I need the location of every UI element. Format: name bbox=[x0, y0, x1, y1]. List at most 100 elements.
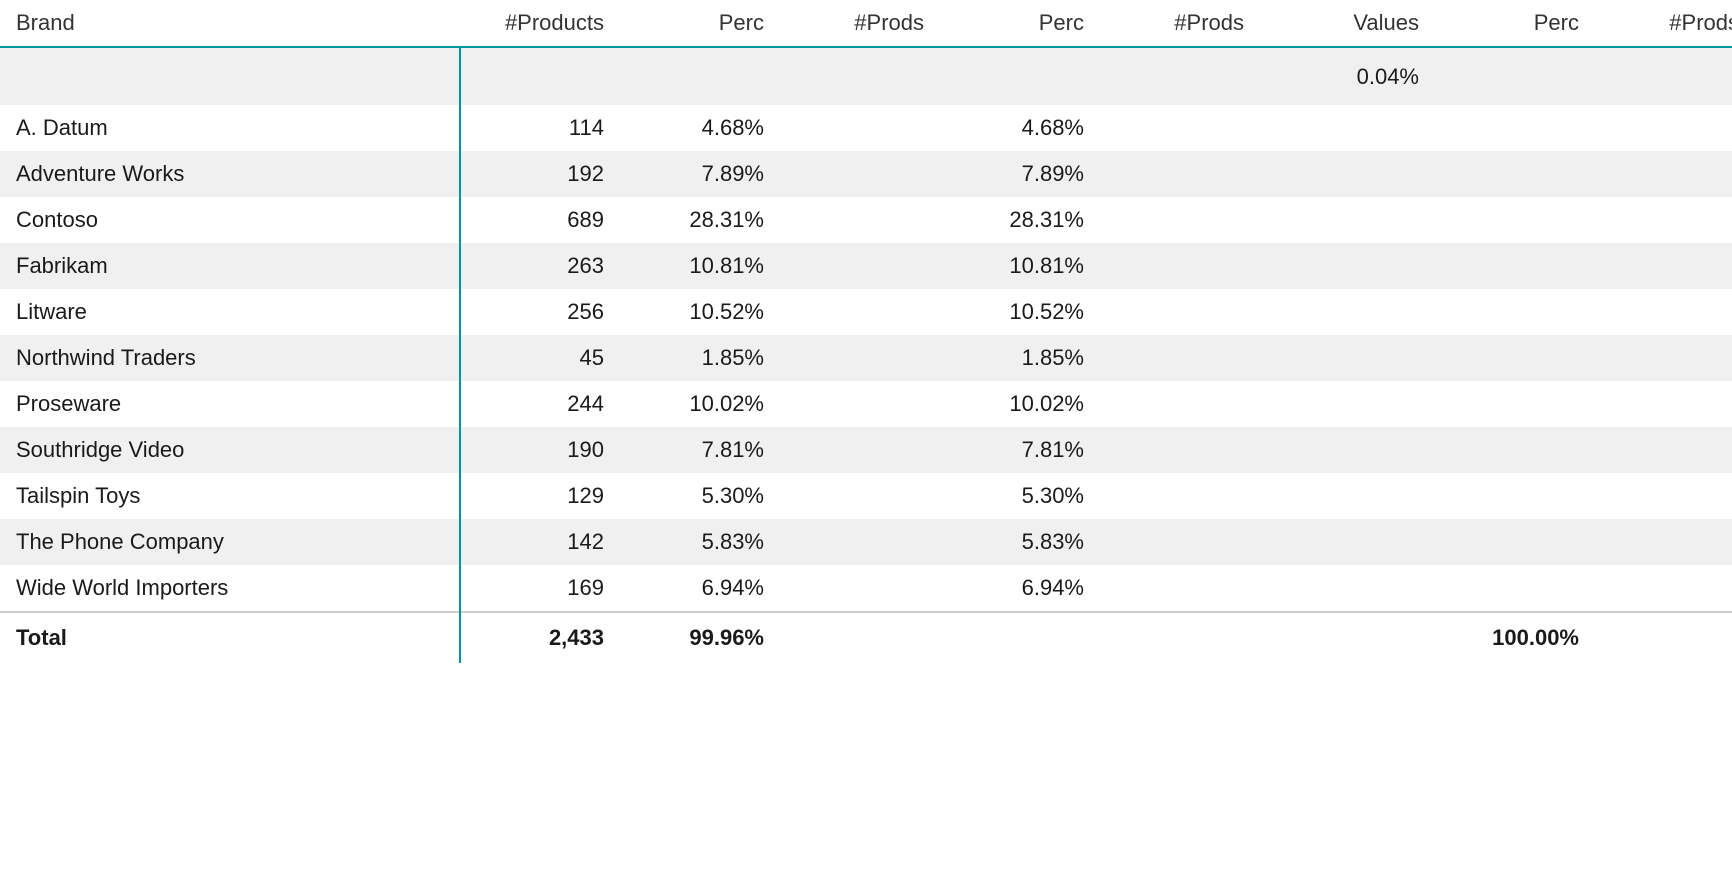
brand-cell-prods2 bbox=[780, 151, 940, 197]
total-prods3 bbox=[1100, 612, 1260, 663]
brand-cell-prods3 bbox=[1100, 289, 1260, 335]
header-row: Brand #Products Perc #Prods Perc #Prods … bbox=[0, 0, 1732, 47]
table-row: Northwind Traders451.85%1.85%1.85% bbox=[0, 335, 1732, 381]
brand-cell-perc3 bbox=[1435, 243, 1595, 289]
brand-cell-products: 256 bbox=[460, 289, 620, 335]
data-table: Brand #Products Perc #Prods Perc #Prods … bbox=[0, 0, 1732, 663]
blank-row: 0.04% bbox=[0, 47, 1732, 105]
brand-cell-values bbox=[1260, 197, 1435, 243]
brand-cell-prods3 bbox=[1100, 335, 1260, 381]
brand-cell-perc3 bbox=[1435, 473, 1595, 519]
brand-cell-prods3 bbox=[1100, 105, 1260, 151]
col-perc1: Perc bbox=[620, 0, 780, 47]
brand-cell-perc2: 10.81% bbox=[940, 243, 1100, 289]
brand-cell-prods4 bbox=[1595, 381, 1732, 427]
brand-cell-prods3 bbox=[1100, 519, 1260, 565]
brand-cell-products: 169 bbox=[460, 565, 620, 612]
table-row: Proseware24410.02%10.02%10.03% bbox=[0, 381, 1732, 427]
col-values: Values bbox=[1260, 0, 1435, 47]
brand-cell-perc1: 7.81% bbox=[620, 427, 780, 473]
brand-cell-prods4 bbox=[1595, 151, 1732, 197]
brand-cell-prods4 bbox=[1595, 565, 1732, 612]
brand-cell-values bbox=[1260, 473, 1435, 519]
table-row: A. Datum1144.68%4.68%4.69% bbox=[0, 105, 1732, 151]
table-row: Wide World Importers1696.94%6.94%6.95% bbox=[0, 565, 1732, 612]
brand-cell-products: 190 bbox=[460, 427, 620, 473]
blank-perc2 bbox=[940, 47, 1100, 105]
brand-cell-products: 45 bbox=[460, 335, 620, 381]
brand-cell-values bbox=[1260, 565, 1435, 612]
brand-cell-brand: The Phone Company bbox=[0, 519, 460, 565]
brand-cell-prods4 bbox=[1595, 427, 1732, 473]
brand-cell-perc1: 4.68% bbox=[620, 105, 780, 151]
brand-cell-prods2 bbox=[780, 565, 940, 612]
brand-cell-perc3 bbox=[1435, 105, 1595, 151]
total-perc3: 100.00% bbox=[1435, 612, 1595, 663]
brand-cell-perc2: 5.83% bbox=[940, 519, 1100, 565]
totals-row: Total 2,433 99.96% 100.00% 100.00% bbox=[0, 612, 1732, 663]
brand-cell-brand: Fabrikam bbox=[0, 243, 460, 289]
brand-cell-products: 114 bbox=[460, 105, 620, 151]
brand-cell-perc3 bbox=[1435, 427, 1595, 473]
brand-cell-prods4 bbox=[1595, 519, 1732, 565]
brand-cell-prods4 bbox=[1595, 335, 1732, 381]
brand-cell-prods3 bbox=[1100, 243, 1260, 289]
brand-cell-prods3 bbox=[1100, 151, 1260, 197]
total-values bbox=[1260, 612, 1435, 663]
blank-prods2 bbox=[780, 47, 940, 105]
brand-cell-perc3 bbox=[1435, 519, 1595, 565]
brand-cell-prods3 bbox=[1100, 473, 1260, 519]
table-row: The Phone Company1425.83%5.83%5.84% bbox=[0, 519, 1732, 565]
brand-cell-perc1: 28.31% bbox=[620, 197, 780, 243]
brand-cell-perc2: 7.81% bbox=[940, 427, 1100, 473]
col-brand: Brand bbox=[0, 0, 460, 47]
brand-cell-perc1: 6.94% bbox=[620, 565, 780, 612]
brand-cell-perc1: 10.81% bbox=[620, 243, 780, 289]
brand-cell-values bbox=[1260, 381, 1435, 427]
total-label: Total bbox=[0, 612, 460, 663]
col-perc2: Perc bbox=[940, 0, 1100, 47]
total-prods4 bbox=[1595, 612, 1732, 663]
brand-cell-prods2 bbox=[780, 335, 940, 381]
brand-cell-products: 244 bbox=[460, 381, 620, 427]
brand-cell-perc1: 5.83% bbox=[620, 519, 780, 565]
brand-cell-products: 192 bbox=[460, 151, 620, 197]
col-prods3: #Prods bbox=[1100, 0, 1260, 47]
table-row: Tailspin Toys1295.30%5.30%5.30% bbox=[0, 473, 1732, 519]
total-perc2 bbox=[940, 612, 1100, 663]
brand-cell-prods2 bbox=[780, 473, 940, 519]
brand-cell-perc2: 7.89% bbox=[940, 151, 1100, 197]
brand-cell-perc1: 1.85% bbox=[620, 335, 780, 381]
brand-cell-prods2 bbox=[780, 427, 940, 473]
brand-cell-perc2: 10.02% bbox=[940, 381, 1100, 427]
brand-cell-prods3 bbox=[1100, 197, 1260, 243]
col-perc3: Perc bbox=[1435, 0, 1595, 47]
brand-cell-brand: Litware bbox=[0, 289, 460, 335]
brand-cell-perc3 bbox=[1435, 565, 1595, 612]
brand-cell-prods4 bbox=[1595, 243, 1732, 289]
brand-cell-prods4 bbox=[1595, 197, 1732, 243]
brand-cell-prods3 bbox=[1100, 565, 1260, 612]
total-prods2 bbox=[780, 612, 940, 663]
brand-cell-perc2: 6.94% bbox=[940, 565, 1100, 612]
brand-cell-brand: Northwind Traders bbox=[0, 335, 460, 381]
brand-cell-brand: Southridge Video bbox=[0, 427, 460, 473]
total-products: 2,433 bbox=[460, 612, 620, 663]
brand-cell-values bbox=[1260, 243, 1435, 289]
brand-cell-prods2 bbox=[780, 519, 940, 565]
blank-products bbox=[460, 47, 620, 105]
blank-perc3 bbox=[1435, 47, 1595, 105]
brand-cell-prods4 bbox=[1595, 473, 1732, 519]
brand-cell-perc3 bbox=[1435, 197, 1595, 243]
brand-cell-perc3 bbox=[1435, 289, 1595, 335]
brand-cell-perc3 bbox=[1435, 381, 1595, 427]
brand-cell-products: 129 bbox=[460, 473, 620, 519]
brand-cell-values bbox=[1260, 105, 1435, 151]
brand-cell-perc1: 5.30% bbox=[620, 473, 780, 519]
brand-cell-prods3 bbox=[1100, 381, 1260, 427]
brand-cell-perc2: 5.30% bbox=[940, 473, 1100, 519]
brand-cell-values bbox=[1260, 519, 1435, 565]
table-row: Litware25610.52%10.52%10.52% bbox=[0, 289, 1732, 335]
brand-cell-prods4 bbox=[1595, 105, 1732, 151]
col-prods4: #Prods bbox=[1595, 0, 1732, 47]
